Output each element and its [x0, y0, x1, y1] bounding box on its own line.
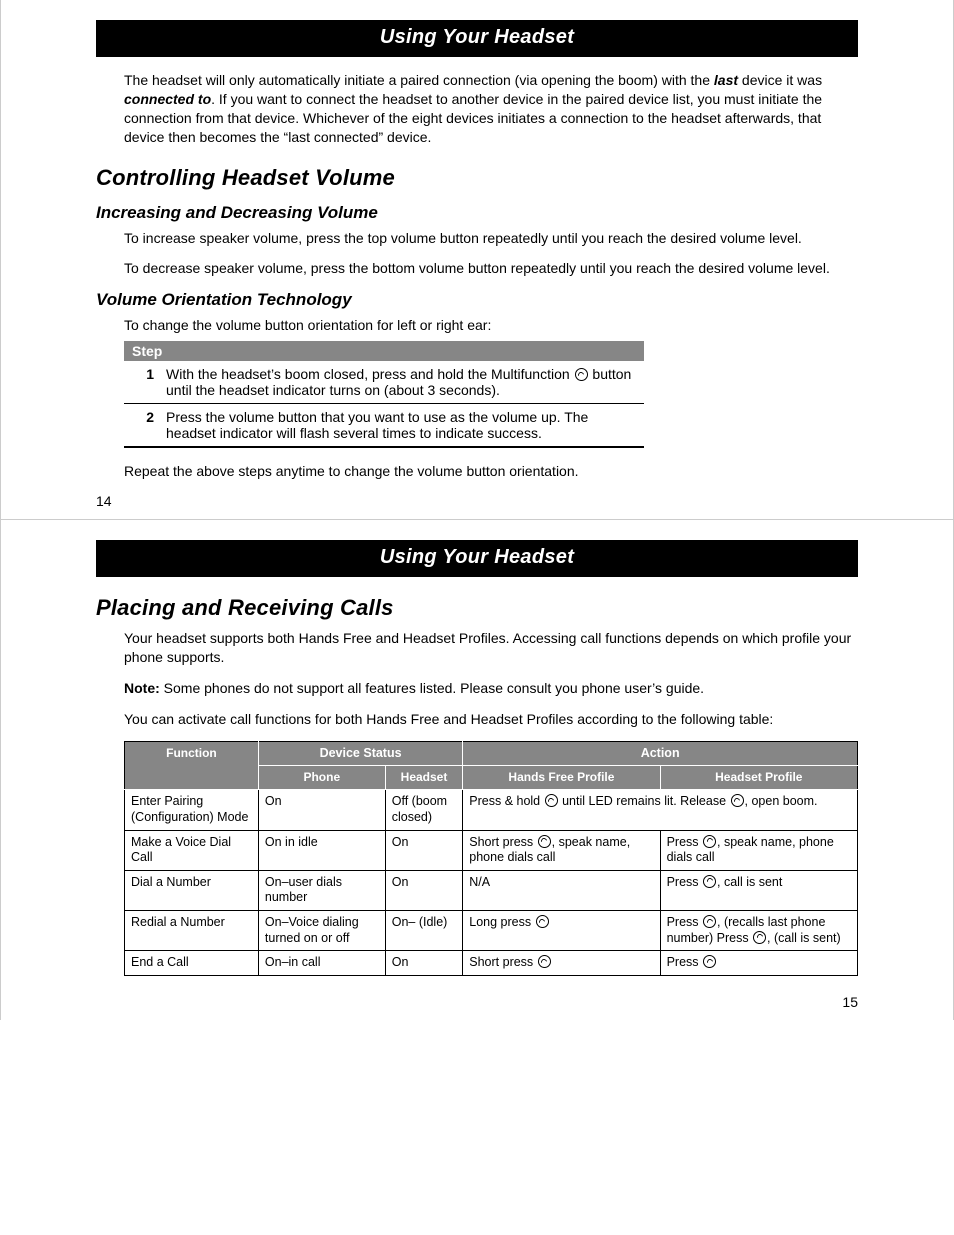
cell-headset: On [385, 830, 463, 870]
cell-function: Make a Voice Dial Call [125, 830, 259, 870]
table-row: 1 With the headset’s boom closed, press … [124, 361, 644, 404]
cell-function: End a Call [125, 951, 259, 976]
th-headset: Headset [385, 766, 463, 790]
multifunction-icon [753, 931, 766, 944]
step-text: With the headset’s boom closed, press an… [158, 361, 644, 404]
text: , call is sent [717, 875, 782, 889]
heading-calls: Placing and Receiving Calls [96, 595, 858, 621]
intro-paragraph: The headset will only automatically init… [124, 71, 858, 147]
multifunction-icon [703, 915, 716, 928]
cell-hp: Press , call is sent [660, 870, 857, 910]
emphasis-connected: connected to [124, 91, 211, 107]
text: . If you want to connect the headset to … [124, 91, 822, 145]
step-header: Step [124, 341, 644, 361]
text: , open boom. [745, 794, 818, 808]
text: Long press [469, 915, 534, 929]
text: device it was [738, 72, 822, 88]
cell-phone: On in idle [258, 830, 385, 870]
calls-intro: Your headset supports both Hands Free an… [124, 629, 858, 667]
text: With the headset’s boom closed, press an… [166, 366, 574, 382]
orientation-repeat: Repeat the above steps anytime to change… [124, 462, 858, 481]
text: Press [667, 915, 702, 929]
cell-headset: On– (Idle) [385, 911, 463, 951]
cell-function: Enter Pairing (Configuration) Mode [125, 790, 259, 830]
cell-hf: Short press , speak name, phone dials ca… [463, 830, 660, 870]
cell-function: Redial a Number [125, 911, 259, 951]
page-number: 14 [96, 493, 858, 509]
multifunction-icon [536, 915, 549, 928]
note-text: Some phones do not support all features … [160, 680, 704, 696]
th-phone: Phone [258, 766, 385, 790]
th-device-status: Device Status [258, 741, 462, 766]
emphasis-last: last [714, 72, 738, 88]
cell-phone: On–user dials number [258, 870, 385, 910]
multifunction-icon [538, 955, 551, 968]
table-row: Redial a Number On–Voice dialing turned … [125, 911, 858, 951]
table-row: End a Call On–in call On Short press Pre… [125, 951, 858, 976]
note-label: Note: [124, 680, 160, 696]
table-row: Dial a Number On–user dials number On N/… [125, 870, 858, 910]
table-row: 2 Press the volume button that you want … [124, 404, 644, 448]
cell-action-merged: Press & hold until LED remains lit. Rele… [463, 790, 858, 830]
orientation-step-table: Step 1 With the headset’s boom closed, p… [124, 341, 644, 448]
text: Press [667, 835, 702, 849]
page-number: 15 [96, 994, 858, 1010]
th-function: Function [125, 741, 259, 790]
table-row: Enter Pairing (Configuration) Mode On Of… [125, 790, 858, 830]
cell-function: Dial a Number [125, 870, 259, 910]
multifunction-icon [575, 368, 588, 381]
cell-headset: On [385, 870, 463, 910]
multifunction-icon [703, 955, 716, 968]
cell-hf: Short press [463, 951, 660, 976]
multifunction-icon [731, 794, 744, 807]
step-text: Press the volume button that you want to… [158, 404, 644, 448]
calls-table-intro: You can activate call functions for both… [124, 710, 858, 729]
multifunction-icon [703, 835, 716, 848]
subheading-orientation: Volume Orientation Technology [96, 290, 858, 310]
text: Short press [469, 955, 536, 969]
subheading-incdec: Increasing and Decreasing Volume [96, 203, 858, 223]
cell-hf: N/A [463, 870, 660, 910]
multifunction-icon [545, 794, 558, 807]
text: Press [667, 875, 702, 889]
section-banner: Using Your Headset [96, 540, 858, 577]
step-number: 2 [124, 404, 158, 448]
cell-headset: On [385, 951, 463, 976]
text: Short press [469, 835, 536, 849]
cell-phone: On [258, 790, 385, 830]
cell-headset: Off (boom closed) [385, 790, 463, 830]
cell-phone: On–Voice dialing turned on or off [258, 911, 385, 951]
cell-hp: Press , (recalls last phone number) Pres… [660, 911, 857, 951]
heading-volume: Controlling Headset Volume [96, 165, 858, 191]
section-banner: Using Your Headset [96, 20, 858, 57]
text: The headset will only automatically init… [124, 72, 714, 88]
cell-phone: On–in call [258, 951, 385, 976]
cell-hp: Press , speak name, phone dials call [660, 830, 857, 870]
step-number: 1 [124, 361, 158, 404]
cell-hp: Press [660, 951, 857, 976]
th-action: Action [463, 741, 858, 766]
cell-hf: Long press [463, 911, 660, 951]
th-hp: Headset Profile [660, 766, 857, 790]
call-functions-table: Function Device Status Action Phone Head… [124, 741, 858, 976]
orientation-intro: To change the volume button orientation … [124, 316, 858, 335]
text: Press [667, 955, 702, 969]
calls-note: Note: Some phones do not support all fea… [124, 679, 858, 698]
increase-volume-text: To increase speaker volume, press the to… [124, 229, 858, 248]
page-14: Using Your Headset The headset will only… [1, 0, 953, 519]
multifunction-icon [538, 835, 551, 848]
text: , (call is sent) [767, 931, 841, 945]
text: Press & hold [469, 794, 543, 808]
th-hfp: Hands Free Profile [463, 766, 660, 790]
decrease-volume-text: To decrease speaker volume, press the bo… [124, 259, 858, 278]
table-row: Make a Voice Dial Call On in idle On Sho… [125, 830, 858, 870]
text: until LED remains lit. Release [559, 794, 730, 808]
page-15: Using Your Headset Placing and Receiving… [1, 519, 953, 1020]
multifunction-icon [703, 875, 716, 888]
